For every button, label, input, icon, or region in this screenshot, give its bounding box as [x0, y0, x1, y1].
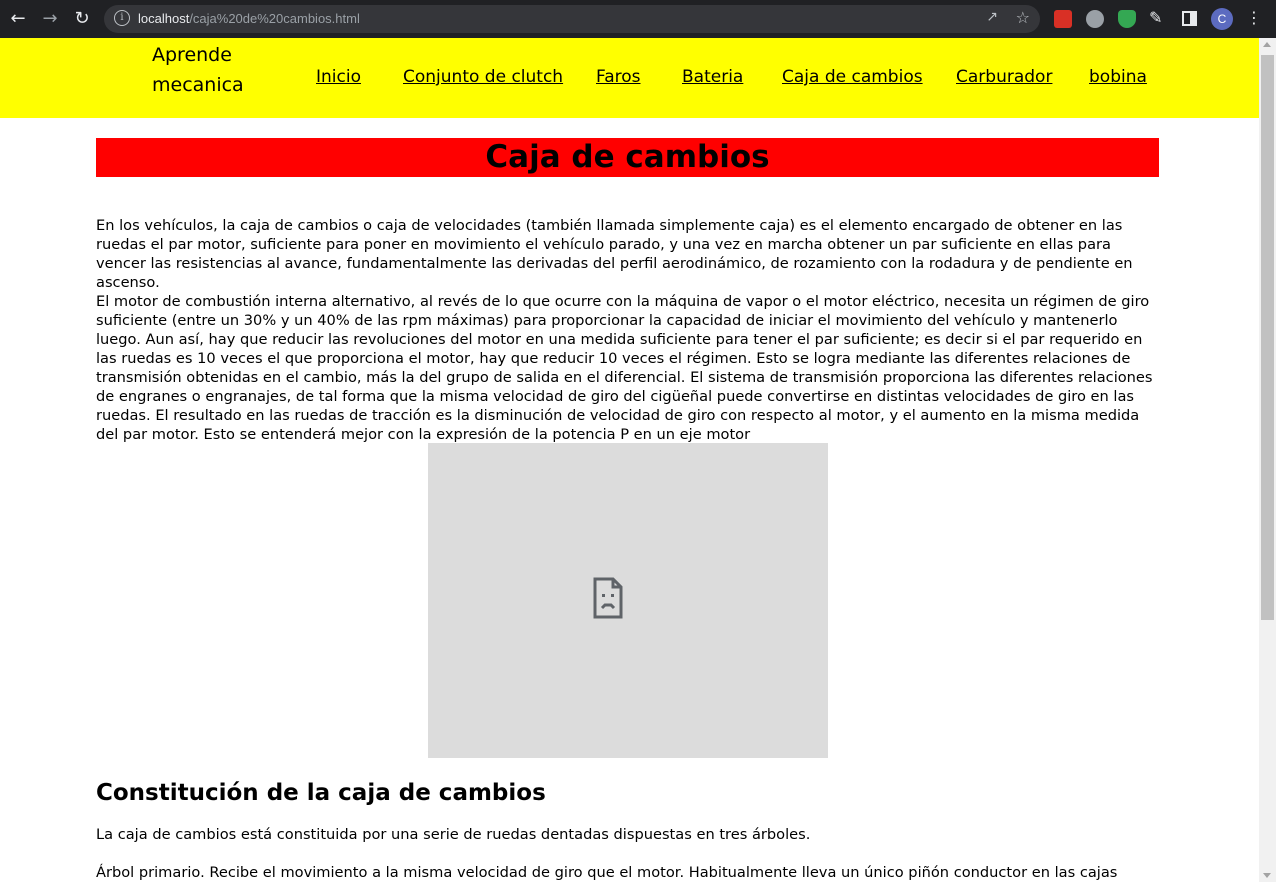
url-text[interactable]: localhost/caja%20de%20cambios.html — [138, 11, 360, 26]
extensions-puzzle-icon[interactable]: ✎ — [1149, 8, 1162, 27]
share-icon[interactable]: ↗ — [986, 9, 998, 25]
logo-line2: mecanica — [152, 74, 244, 96]
scrollbar-thumb[interactable] — [1261, 55, 1274, 620]
forward-arrow-icon[interactable]: → — [38, 7, 62, 31]
extension-face-icon[interactable] — [1086, 10, 1104, 28]
scroll-up-arrow-icon[interactable] — [1263, 42, 1271, 47]
extension-red-icon[interactable] — [1054, 10, 1072, 28]
page-viewport: Aprende mecanica Inicio Conjunto de clut… — [0, 38, 1259, 882]
broken-image-icon — [593, 577, 623, 619]
section-heading: Constitución de la caja de cambios — [96, 780, 546, 806]
bookmark-star-icon[interactable]: ☆ — [1016, 8, 1030, 27]
browser-toolbar: ← → ↻ i localhost/caja%20de%20cambios.ht… — [0, 0, 1276, 38]
extension-shield-icon[interactable] — [1118, 10, 1136, 28]
site-logo: Aprende mecanica — [152, 40, 272, 100]
nav-link-faros[interactable]: Faros — [596, 67, 641, 87]
page-title-bar: Caja de cambios — [96, 138, 1159, 177]
address-bar[interactable]: i localhost/caja%20de%20cambios.html ↗ ☆ — [104, 5, 1040, 33]
logo-line1: Aprende — [152, 44, 232, 66]
scroll-down-arrow-icon[interactable] — [1263, 873, 1271, 878]
nav-link-inicio[interactable]: Inicio — [316, 67, 361, 87]
broken-image-placeholder — [428, 443, 828, 758]
intro-paragraph-2: El motor de combustión interna alternati… — [96, 293, 1153, 443]
nav-link-caja-de-cambios[interactable]: Caja de cambios — [782, 67, 923, 87]
profile-avatar[interactable]: C — [1211, 8, 1233, 30]
site-info-icon[interactable]: i — [114, 10, 130, 26]
section-paragraph-1: La caja de cambios está constituida por … — [96, 826, 811, 843]
vertical-scrollbar[interactable] — [1259, 38, 1276, 882]
menu-kebab-icon[interactable]: ⋮ — [1246, 8, 1262, 27]
site-header: Aprende mecanica Inicio Conjunto de clut… — [0, 38, 1259, 118]
reload-icon[interactable]: ↻ — [70, 7, 94, 31]
nav-link-bobina[interactable]: bobina — [1089, 67, 1147, 87]
section-paragraph-2: Árbol primario. Recibe el movimiento a l… — [96, 864, 1118, 881]
nav-link-bateria[interactable]: Bateria — [682, 67, 743, 87]
url-host: localhost — [138, 11, 190, 26]
intro-text: En los vehículos, la caja de cambios o c… — [96, 216, 1159, 444]
back-arrow-icon[interactable]: ← — [6, 7, 30, 31]
intro-paragraph-1: En los vehículos, la caja de cambios o c… — [96, 217, 1133, 291]
nav-link-conjunto-de-clutch[interactable]: Conjunto de clutch — [403, 67, 563, 87]
nav-link-carburador[interactable]: Carburador — [956, 67, 1052, 87]
side-panel-icon[interactable] — [1182, 11, 1197, 26]
page-title: Caja de cambios — [485, 139, 770, 175]
url-path: /caja%20de%20cambios.html — [189, 11, 360, 26]
